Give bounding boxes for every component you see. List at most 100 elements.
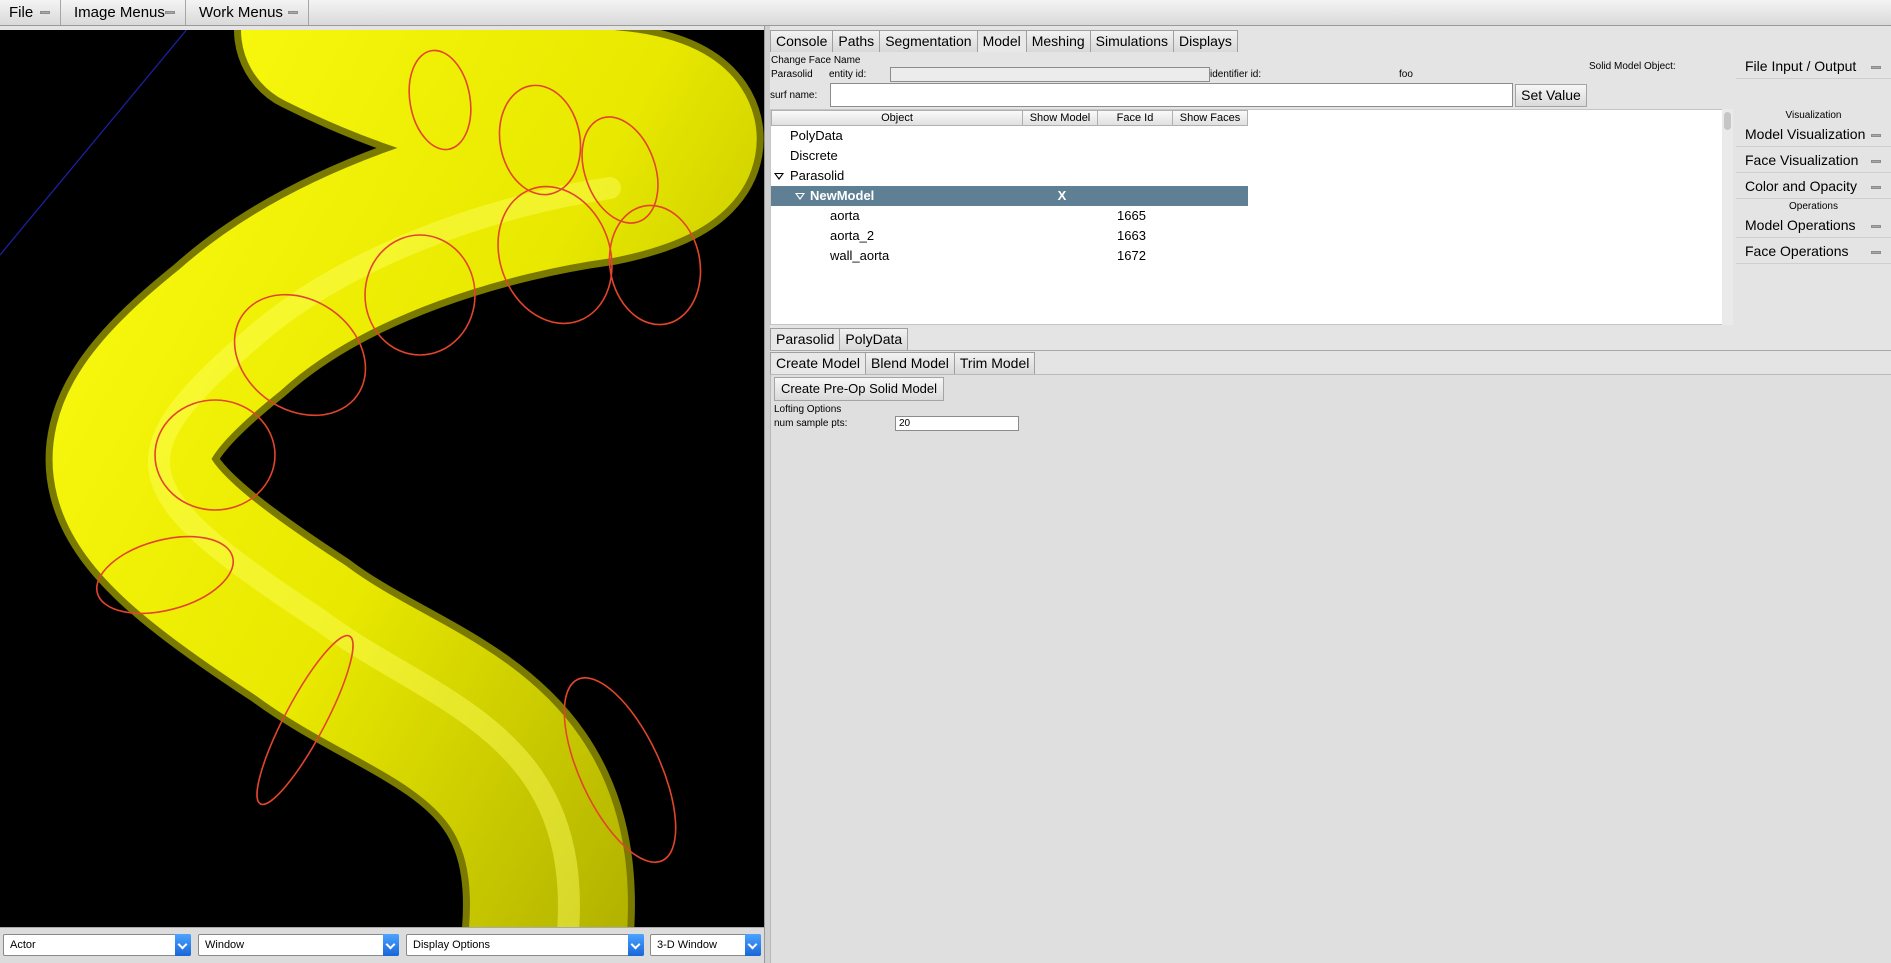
tree-row-aorta[interactable]: aorta 1665 <box>771 206 1248 226</box>
work-menus-label: Work Menus <box>199 4 283 21</box>
model-operations-menu[interactable]: Model Operations <box>1736 214 1891 238</box>
tab-model[interactable]: Model <box>976 30 1027 52</box>
surf-name-input[interactable] <box>830 83 1513 107</box>
main-tabs: Console Paths Segmentation Model Meshing… <box>770 30 1238 52</box>
face-visualization-menu[interactable]: Face Visualization <box>1736 149 1891 173</box>
tree-row-aorta-2[interactable]: aorta_2 1663 <box>771 226 1248 246</box>
create-pre-op-solid-model-button[interactable]: Create Pre-Op Solid Model <box>774 377 944 401</box>
axis-line <box>0 30 188 256</box>
tab-console[interactable]: Console <box>770 30 834 52</box>
actor-select[interactable]: Actor <box>3 934 191 956</box>
face-id-value: 1665 <box>1117 208 1146 223</box>
menu-dropdown-icon <box>1871 251 1881 254</box>
face-id-value: 1672 <box>1117 248 1146 263</box>
file-input-output-menu[interactable]: File Input / Output <box>1736 55 1891 79</box>
model-tree[interactable]: Object Show Model Face Id Show Faces Pol… <box>770 109 1733 325</box>
menu-dropdown-icon <box>1871 225 1881 228</box>
tab-parasolid[interactable]: Parasolid <box>770 328 841 350</box>
work-menus-menu[interactable]: Work Menus <box>190 0 309 25</box>
num-sample-pts-input[interactable]: 20 <box>895 416 1019 431</box>
tab-trim-model[interactable]: Trim Model <box>953 352 1036 374</box>
vessel-model-render[interactable] <box>0 30 764 927</box>
tree-row-parasolid[interactable]: Parasolid <box>771 166 1248 186</box>
tree-row-newmodel[interactable]: NewModel X <box>771 186 1248 206</box>
tab-create-model[interactable]: Create Model <box>770 352 867 374</box>
3d-viewport[interactable] <box>0 30 764 927</box>
scrollbar-thumb[interactable] <box>1724 112 1731 130</box>
file-io-label: File Input / Output <box>1745 58 1857 74</box>
chevron-down-icon[interactable] <box>745 934 761 956</box>
window-select-value: Window <box>205 939 245 951</box>
tree-row-label: aorta_2 <box>830 228 875 243</box>
identifier-id-label: identifier id: <box>1210 69 1262 80</box>
viewport-controls: Actor Window Display Options 3-D Window <box>0 927 764 963</box>
menu-dropdown-icon <box>1871 186 1881 189</box>
face-operations-menu[interactable]: Face Operations <box>1736 240 1891 264</box>
menu-dropdown-icon <box>40 11 50 14</box>
column-header-object[interactable]: Object <box>771 110 1023 126</box>
model-operations-label: Model Operations <box>1745 217 1856 233</box>
lofting-options-label: Lofting Options <box>774 404 842 415</box>
display-options-value: Display Options <box>413 939 491 951</box>
set-value-button[interactable]: Set Value <box>1515 84 1587 107</box>
tab-paths[interactable]: Paths <box>832 30 881 52</box>
surf-name-label: surf name: <box>770 90 818 101</box>
face-visualization-label: Face Visualization <box>1745 152 1859 168</box>
menu-dropdown-icon <box>1871 160 1881 163</box>
identifier-id-value: foo <box>1399 69 1413 80</box>
face-operations-label: Face Operations <box>1745 243 1849 259</box>
view-select-value: 3-D Window <box>657 939 717 951</box>
expand-triangle-icon[interactable] <box>774 173 784 180</box>
show-model-mark[interactable]: X <box>1052 186 1072 206</box>
model-visualization-menu[interactable]: Model Visualization <box>1736 123 1891 147</box>
menu-dropdown-icon <box>1871 66 1881 69</box>
menu-dropdown-icon <box>1871 134 1881 137</box>
change-face-name-label: Change Face Name <box>771 55 861 66</box>
chevron-down-icon[interactable] <box>383 934 399 956</box>
column-header-face-id[interactable]: Face Id <box>1097 110 1173 126</box>
color-opacity-label: Color and Opacity <box>1745 178 1858 194</box>
tab-displays[interactable]: Displays <box>1173 30 1238 52</box>
tab-polydata[interactable]: PolyData <box>839 328 909 350</box>
tree-row-label: Parasolid <box>790 168 845 183</box>
menu-bar: File Image Menus Work Menus <box>0 0 1891 26</box>
parasolid-label: Parasolid <box>771 69 813 80</box>
column-header-show-model[interactable]: Show Model <box>1022 110 1098 126</box>
tree-row-label: Discrete <box>790 148 838 163</box>
tab-segmentation[interactable]: Segmentation <box>879 30 978 52</box>
divider <box>770 350 1891 351</box>
tree-row-discrete[interactable]: Discrete <box>771 146 1248 166</box>
window-select[interactable]: Window <box>198 934 399 956</box>
tab-simulations[interactable]: Simulations <box>1089 30 1175 52</box>
tree-row-polydata[interactable]: PolyData <box>771 126 1248 146</box>
image-menus-label: Image Menus <box>74 4 165 21</box>
tree-row-label: NewModel <box>810 188 875 203</box>
tree-row-label: wall_aorta <box>830 248 890 263</box>
kernel-tabs: Parasolid PolyData <box>770 328 909 350</box>
tree-row-label: PolyData <box>790 128 843 143</box>
file-menu[interactable]: File <box>0 0 61 25</box>
tree-scrollbar[interactable] <box>1722 109 1733 325</box>
expand-triangle-icon[interactable] <box>795 193 805 200</box>
image-menus-menu[interactable]: Image Menus <box>65 0 186 25</box>
solid-model-object-label: Solid Model Object: <box>1589 61 1676 72</box>
model-visualization-label: Model Visualization <box>1745 126 1866 142</box>
view-select[interactable]: 3-D Window <box>650 934 761 956</box>
chevron-down-icon[interactable] <box>628 934 644 956</box>
visualization-heading: Visualization <box>1785 110 1842 121</box>
tab-blend-model[interactable]: Blend Model <box>865 352 955 374</box>
create-model-pane <box>770 374 1891 963</box>
column-header-show-faces[interactable]: Show Faces <box>1172 110 1248 126</box>
color-opacity-menu[interactable]: Color and Opacity <box>1736 175 1891 199</box>
face-id-value: 1663 <box>1117 228 1146 243</box>
num-sample-pts-label: num sample pts: <box>774 418 848 429</box>
entity-id-field[interactable] <box>890 67 1210 82</box>
tab-meshing[interactable]: Meshing <box>1025 30 1091 52</box>
tree-row-label: aorta <box>830 208 860 223</box>
display-options-select[interactable]: Display Options <box>406 934 644 956</box>
tree-row-wall-aorta[interactable]: wall_aorta 1672 <box>771 246 1248 266</box>
chevron-down-icon[interactable] <box>175 934 191 956</box>
file-menu-label: File <box>9 4 34 21</box>
operations-heading: Operations <box>1789 201 1838 212</box>
menu-dropdown-icon <box>165 11 175 14</box>
